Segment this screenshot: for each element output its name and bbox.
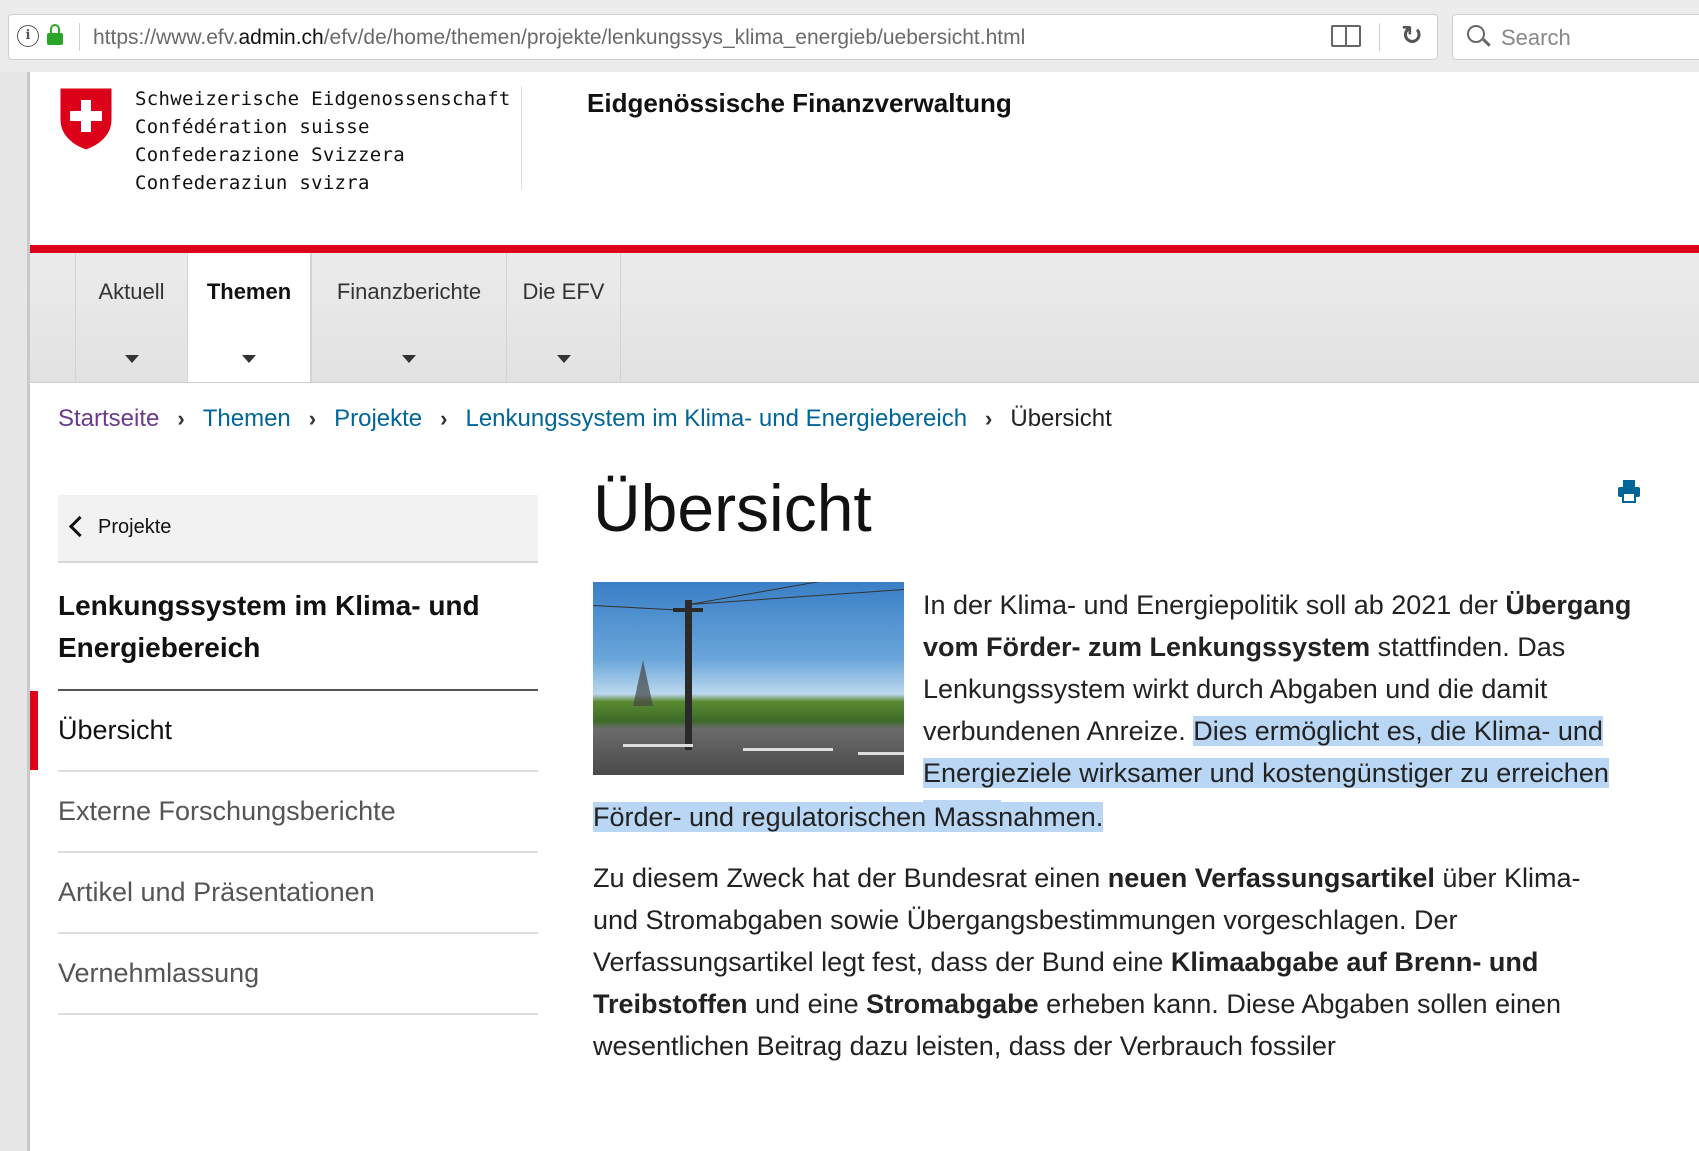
url-path: /efv/de/home/themen/projekte/lenkungssys… bbox=[323, 26, 1026, 49]
url-divider bbox=[1379, 23, 1380, 51]
url-text[interactable]: https://www.efv.admin.ch/efv/de/home/the… bbox=[93, 26, 1025, 50]
info-icon[interactable]: i bbox=[17, 25, 39, 47]
reader-view-icon[interactable] bbox=[1331, 25, 1361, 47]
window-edge bbox=[0, 72, 30, 1151]
address-bar[interactable]: i https://www.efv.admin.ch/efv/de/home/t… bbox=[8, 14, 1438, 60]
photo-pylon bbox=[633, 660, 653, 706]
sidebar-item-externe-forschungsberichte[interactable]: Externe Forschungsberichte bbox=[58, 772, 538, 853]
tab-finanzberichte[interactable]: Finanzberichte bbox=[311, 253, 506, 382]
intro-paragraph-continued: Förder- und regulatorischen Massnahmen. bbox=[593, 796, 1643, 838]
header-divider bbox=[521, 86, 522, 190]
photo-road-marking bbox=[858, 752, 904, 755]
print-icon[interactable] bbox=[1616, 478, 1642, 504]
brand-stripe bbox=[30, 245, 1699, 253]
page-title: Übersicht bbox=[593, 471, 872, 545]
sidebar-nav: Projekte Lenkungssystem im Klima- und En… bbox=[30, 495, 538, 1015]
sidebar-item-vernehmlassung[interactable]: Vernehmlassung bbox=[58, 934, 538, 1015]
tab-label: Die EFV bbox=[522, 279, 605, 304]
intro-text-a: In der Klima- und Energiepolitik soll ab… bbox=[923, 590, 1506, 620]
tab-label: Finanzberichte bbox=[336, 279, 482, 304]
search-placeholder: Search bbox=[1501, 25, 1571, 50]
back-link[interactable]: Projekte bbox=[58, 495, 538, 563]
body-text-bold-stromabgabe: Stromabgabe bbox=[866, 989, 1039, 1019]
browser-toolbar: i https://www.efv.admin.ch/efv/de/home/t… bbox=[0, 0, 1699, 72]
url-prefix: https://www.efv. bbox=[93, 26, 239, 49]
lock-icon[interactable] bbox=[47, 24, 63, 45]
confederation-name-de: Schweizerische Eidgenossenschaft bbox=[135, 88, 511, 110]
chevron-down-icon bbox=[556, 355, 571, 363]
breadcrumb-lenkungssystem[interactable]: Lenkungssystem im Klima- und Energiebere… bbox=[465, 405, 967, 433]
reload-icon[interactable]: ↻ bbox=[1401, 21, 1423, 51]
breadcrumb-current: Übersicht bbox=[1010, 405, 1112, 432]
breadcrumb-chevron-icon: › bbox=[308, 406, 317, 431]
sidebar-section-title[interactable]: Lenkungssystem im Klima- und Energiebere… bbox=[58, 563, 538, 691]
sidebar-item-artikel-praesentationen[interactable]: Artikel und Präsentationen bbox=[58, 853, 538, 934]
confederation-name-fr: Confédération suisse bbox=[135, 116, 370, 138]
sidebar-item-label: Übersicht bbox=[58, 715, 173, 745]
selected-text-end[interactable]: Förder- und regulatorischen Massnahmen. bbox=[593, 802, 1104, 832]
power-line-photo bbox=[593, 582, 904, 775]
chevron-down-icon bbox=[402, 355, 416, 363]
chevron-left-icon bbox=[68, 515, 91, 538]
photo-road-marking bbox=[743, 748, 833, 751]
sidebar-item-label: Vernehmlassung bbox=[58, 958, 260, 988]
confederation-names: Schweizerische Eidgenossenschaft Confédé… bbox=[135, 85, 511, 197]
tab-themen[interactable]: Themen bbox=[187, 253, 311, 382]
tab-die-efv[interactable]: Die EFV bbox=[506, 253, 621, 382]
chevron-down-icon bbox=[124, 355, 139, 363]
sidebar-item-label: Artikel und Präsentationen bbox=[58, 877, 375, 907]
breadcrumb-chevron-icon: › bbox=[440, 406, 448, 431]
body-text-e: und eine bbox=[747, 989, 867, 1019]
tab-label: Aktuell bbox=[98, 279, 165, 304]
body-text-bold-verfassungsartikel: neuen Verfassungsartikel bbox=[1107, 863, 1435, 893]
chevron-down-icon bbox=[242, 355, 256, 363]
active-marker bbox=[30, 691, 38, 770]
body-paragraph: Zu diesem Zweck hat der Bundesrat einen … bbox=[593, 857, 1603, 1067]
tab-label: Themen bbox=[206, 279, 292, 304]
url-domain: admin.ch bbox=[238, 26, 324, 49]
breadcrumb-chevron-icon: › bbox=[985, 406, 993, 431]
photo-pole bbox=[685, 600, 692, 750]
photo-wire bbox=[689, 587, 904, 605]
breadcrumb: Startseite › Themen › Projekte › Lenkungssyste… bbox=[58, 405, 1112, 433]
breadcrumb-chevron-icon: › bbox=[177, 406, 185, 431]
back-link-label: Projekte bbox=[98, 516, 172, 538]
swiss-shield-logo[interactable] bbox=[58, 86, 114, 152]
main-navigation: Aktuell Themen Finanzberichte Die EFV bbox=[30, 253, 1699, 383]
confederation-name-rm: Confederaziun svizra bbox=[135, 172, 370, 194]
breadcrumb-startseite[interactable]: Startseite bbox=[58, 405, 159, 433]
confederation-name-it: Confederazione Svizzera bbox=[135, 144, 405, 166]
tab-aktuell[interactable]: Aktuell bbox=[75, 253, 187, 382]
breadcrumb-themen[interactable]: Themen bbox=[203, 405, 291, 433]
breadcrumb-projekte[interactable]: Projekte bbox=[334, 405, 422, 433]
sidebar-item-uebersicht[interactable]: Übersicht bbox=[30, 691, 538, 772]
url-divider bbox=[79, 23, 80, 51]
sidebar-item-label: Externe Forschungsberichte bbox=[58, 796, 396, 826]
search-icon bbox=[1467, 25, 1485, 43]
department-name[interactable]: Eidgenössische Finanzverwaltung bbox=[587, 88, 1012, 119]
photo-road-marking bbox=[623, 744, 693, 747]
search-input[interactable]: Search bbox=[1452, 14, 1699, 60]
body-text-a: Zu diesem Zweck hat der Bundesrat einen bbox=[593, 863, 1108, 893]
web-page: Schweizerische Eidgenossenschaft Confédé… bbox=[30, 72, 1699, 1151]
